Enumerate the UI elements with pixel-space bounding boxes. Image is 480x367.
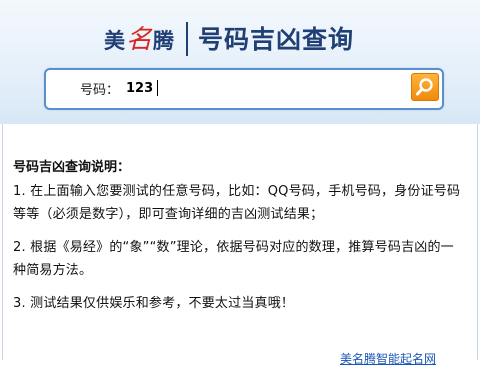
search-button[interactable] xyxy=(411,73,439,101)
logo-char-2: 名 xyxy=(126,25,153,55)
logo-char-1: 美 xyxy=(104,29,125,53)
instruction-item-3: 3. 测试结果仅供娱乐和参考，不要太过当真哦！ xyxy=(13,296,295,311)
logo-divider xyxy=(186,22,188,56)
footer-link[interactable]: 美名腾智能起名网 xyxy=(340,350,436,367)
logo-char-3: 腾 xyxy=(153,29,175,53)
instructions-title: 号码吉凶查询说明： xyxy=(13,160,131,175)
instruction-item-1: 1. 在上面输入您要测试的任意号码，比如：QQ号码，手机号码，身份证号码等等（必… xyxy=(13,184,461,222)
brand-logo[interactable]: 美 名 腾 xyxy=(104,22,174,58)
search-bar: 号码： xyxy=(44,68,444,110)
instruction-item-2: 2. 根据《易经》的“象”“数”理论，依据号码对应的数理，推算号码吉凶的一种简易… xyxy=(13,240,454,278)
number-label: 号码： xyxy=(80,83,120,98)
number-input[interactable] xyxy=(126,75,396,101)
text-caret xyxy=(157,80,158,96)
header-banner: 美 名 腾 号码吉凶查询 号码： xyxy=(0,0,480,124)
page-title: 号码吉凶查询 xyxy=(198,25,355,54)
search-icon xyxy=(416,78,433,96)
